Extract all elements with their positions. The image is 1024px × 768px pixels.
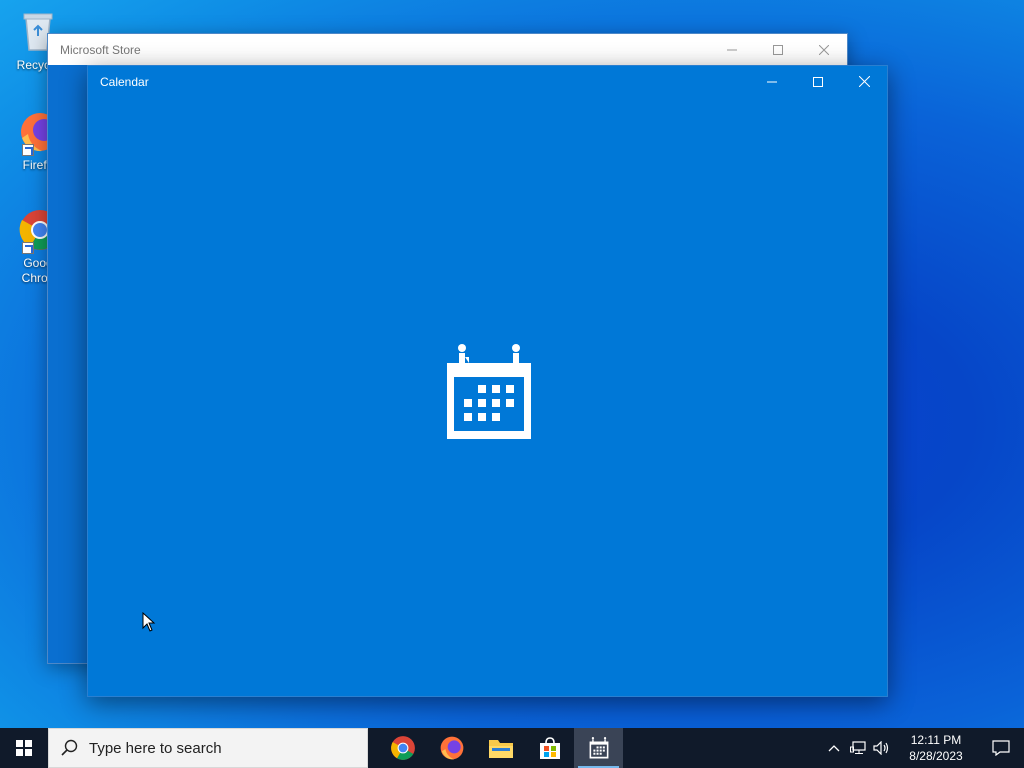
search-placeholder: Type here to search: [89, 739, 222, 757]
minimize-icon: [767, 81, 777, 82]
chrome-icon: [390, 736, 415, 760]
taskbar-chrome[interactable]: [378, 728, 427, 768]
calendar-icon: [589, 737, 608, 759]
mouse-cursor-icon: [142, 612, 156, 632]
action-center-button[interactable]: [978, 728, 1024, 768]
shortcut-arrow-icon: [22, 144, 34, 156]
notification-icon: [992, 740, 1010, 756]
calendar-maximize-button[interactable]: [795, 66, 841, 97]
show-hidden-icons-button[interactable]: [822, 728, 846, 768]
store-close-button[interactable]: [801, 34, 847, 65]
taskbar-calendar[interactable]: [574, 728, 623, 768]
calendar-window[interactable]: Calendar: [87, 65, 888, 697]
close-icon: [858, 76, 870, 87]
taskbar-search-box[interactable]: Type here to search: [48, 728, 368, 768]
store-window-title: Microsoft Store: [60, 42, 141, 57]
taskbar-clock[interactable]: 12:11 PM 8/28/2023: [900, 732, 972, 764]
microsoft-store-icon: [539, 737, 560, 759]
file-explorer-icon: [488, 740, 513, 758]
windows-logo-icon: [16, 740, 32, 756]
store-title-bar[interactable]: Microsoft Store: [48, 34, 847, 65]
firefox-icon: [440, 736, 463, 760]
shortcut-arrow-icon: [22, 242, 34, 254]
taskbar-file-explorer[interactable]: [476, 728, 525, 768]
network-button[interactable]: [846, 728, 870, 768]
close-icon: [819, 44, 829, 55]
start-button[interactable]: [0, 728, 48, 768]
calendar-window-title: Calendar: [100, 74, 149, 89]
volume-icon: [873, 741, 889, 755]
calendar-title-bar[interactable]: Calendar: [88, 66, 887, 97]
system-tray: 12:11 PM 8/28/2023: [822, 728, 1024, 768]
calendar-close-button[interactable]: [841, 66, 887, 97]
store-maximize-button[interactable]: [755, 34, 801, 65]
volume-button[interactable]: [870, 728, 894, 768]
maximize-icon: [813, 76, 823, 87]
clock-time: 12:11 PM: [910, 733, 962, 747]
calendar-splash-icon: [447, 344, 531, 439]
taskbar-firefox[interactable]: [427, 728, 476, 768]
clock-date: 8/28/2023: [909, 749, 963, 763]
taskbar: Type here to search 12:11 PM 8/28/2023: [0, 728, 1024, 768]
network-icon: [850, 741, 866, 754]
search-icon: [61, 739, 78, 756]
minimize-icon: [727, 49, 737, 50]
store-minimize-button[interactable]: [709, 34, 755, 65]
taskbar-microsoft-store[interactable]: [525, 728, 574, 768]
calendar-minimize-button[interactable]: [749, 66, 795, 97]
chevron-up-icon: [828, 745, 840, 752]
maximize-icon: [773, 44, 783, 55]
